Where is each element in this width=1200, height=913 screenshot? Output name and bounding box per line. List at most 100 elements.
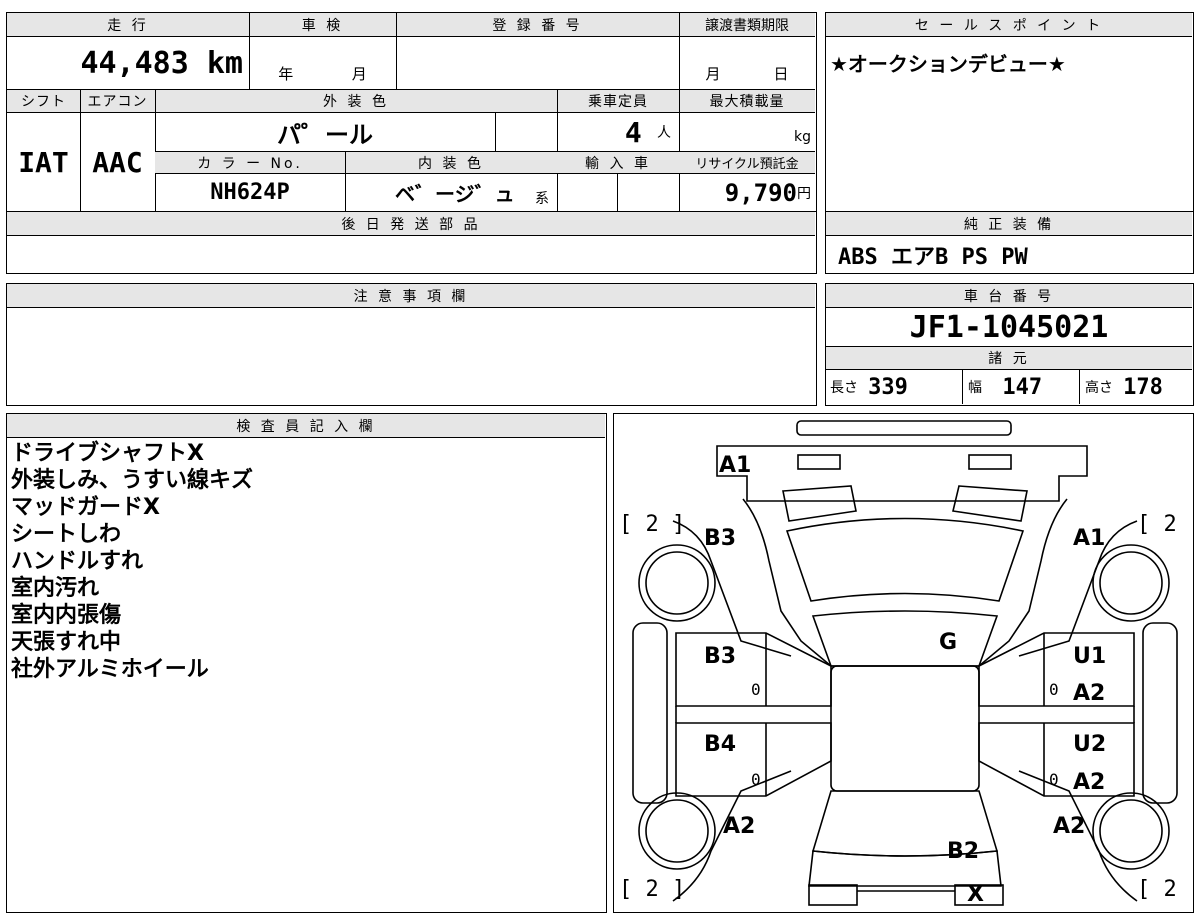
spec-length: 長さ 339 (830, 370, 960, 404)
sales-point-text: ★オークションデビュー★ (830, 51, 1066, 76)
capacity-value: 4 (624, 115, 642, 149)
exterior-color-header: 外 装 色 (155, 90, 557, 113)
standard-equipment-text: ABS エアB PS PW (838, 245, 1028, 270)
recycle-value: 9,790 (724, 178, 797, 207)
right-side-sill (1142, 622, 1178, 804)
interior-color-field: ベ゛ージ゛ュ 系 (345, 174, 557, 211)
label-rear-mark: X (967, 882, 984, 907)
tire-front-right (1092, 544, 1170, 622)
label-right-rear-door-1: U2 (1073, 732, 1106, 757)
max-load-header: 最大積載量 (679, 90, 815, 113)
tire-mark-front-right: [ 2 ] (1137, 512, 1192, 537)
interior-color-value: ベ゛ージ゛ュ (395, 182, 515, 206)
later-parts-header: 後 日 発 送 部 品 (7, 212, 815, 236)
interior-color-header: 内 装 色 (345, 152, 557, 174)
later-parts-panel: 後 日 発 送 部 品 (6, 211, 817, 274)
rear-bumper-left (808, 884, 858, 906)
label-right-front-door-1: U1 (1073, 644, 1106, 669)
spec-width: 幅 147 (968, 370, 1078, 404)
color-no-value: NH624P (210, 180, 290, 205)
front-lip-shape (796, 420, 1012, 436)
sales-point-panel: セ ー ル ス ポ イ ン ト ★オークションデビュー★ (825, 12, 1194, 213)
inspector-note-line: ハンドルすれ (11, 549, 144, 574)
transfer-month: 月 (705, 64, 721, 83)
spec-height-value: 178 (1123, 374, 1163, 400)
zero-right-front: 0 (1049, 680, 1059, 699)
inspection-year: 年 (278, 64, 294, 83)
mileage-header: 走 行 (7, 13, 249, 37)
spec-height: 高さ 178 (1085, 370, 1191, 404)
capacity-unit: 人 (657, 125, 671, 141)
body-front-outline (742, 498, 1068, 667)
capacity-header: 乗車定員 (557, 90, 679, 113)
notes-panel: 注 意 事 項 欄 (6, 283, 817, 406)
inspector-note-line: 室内内張傷 (11, 603, 122, 628)
damage-diagram-panel: A1 B3 A1 G B3 U1 A2 B4 U2 A2 A2 A2 B2 X … (613, 413, 1194, 913)
exterior-color-value: パ゜ール (277, 120, 373, 149)
spec-width-label: 幅 (968, 380, 982, 396)
label-right-front-door-2: A2 (1073, 681, 1105, 706)
tire-mark-front-left: [ 2 ] (619, 512, 685, 537)
label-front-bumper: A1 (719, 453, 751, 478)
tire-mark-rear-left: [ 2 ] (619, 877, 685, 902)
chassis-number: JF1-1045021 (909, 309, 1109, 345)
mileage-unit: km (206, 45, 243, 81)
standard-equipment-panel: 純 正 装 備 ABS エアB PS PW (825, 211, 1194, 274)
transfer-day: 日 (773, 64, 789, 83)
spec-length-value: 339 (868, 374, 908, 400)
car-diagram: A1 B3 A1 G B3 U1 A2 B4 U2 A2 A2 A2 B2 X … (619, 420, 1192, 907)
aircon-value: AAC (92, 145, 143, 179)
notes-header: 注 意 事 項 欄 (7, 284, 815, 308)
interior-color-suffix: 系 (535, 191, 549, 207)
roof-shape (830, 665, 980, 792)
shift-value: IAT (18, 145, 69, 179)
spec-length-label: 長さ (830, 380, 858, 396)
mileage-field: 44,483 km (7, 37, 249, 89)
headlight-left (782, 485, 857, 522)
inspector-note-line: 天張すれ中 (11, 630, 122, 655)
label-windshield: G (939, 630, 957, 655)
inspection-month: 月 (351, 64, 367, 83)
chassis-panel: 車 台 番 号 JF1-1045021 諸 元 長さ 339 幅 147 高さ … (825, 283, 1194, 406)
front-light-right (968, 454, 1012, 470)
label-right-rear-door-2: A2 (1073, 770, 1105, 795)
inspection-field: 年 月 (249, 57, 396, 89)
tire-front-left (638, 544, 716, 622)
inspector-header: 検 査 員 記 入 欄 (7, 414, 605, 438)
inspector-note-line: 外装しみ、うすい線キズ (11, 468, 254, 493)
recycle-field: 9,790 円 (679, 174, 815, 211)
inspection-header: 車 検 (249, 13, 396, 37)
zero-left-rear: 0 (751, 770, 761, 789)
mileage-value: 44,483 (80, 45, 189, 81)
shift-header: シフト (7, 90, 80, 113)
recycle-header: リサイクル預託金 (679, 152, 815, 174)
chassis-header: 車 台 番 号 (826, 284, 1192, 308)
label-rear: B2 (947, 839, 979, 864)
tire-rear-left (638, 792, 716, 870)
inspector-note-line: ドライブシャフトX (11, 441, 204, 466)
zero-right-rear: 0 (1049, 770, 1059, 789)
label-left-front-door: B3 (704, 644, 736, 669)
inspector-panel: 検 査 員 記 入 欄 ドライブシャフトX 外装しみ、うすい線キズ マッドガードX シ… (6, 413, 607, 913)
label-left-rear-fender: A2 (723, 814, 755, 839)
transfer-deadline-header: 譲渡書類期限 (679, 13, 815, 37)
windshield-shape (811, 610, 999, 667)
headlight-right (952, 485, 1028, 522)
max-load-unit: kg (794, 129, 811, 145)
inspector-notes-list: ドライブシャフトX 外装しみ、うすい線キズ マッドガードX シートしわ ハンドルすれ 室内… (11, 440, 601, 683)
transfer-deadline-field: 月 日 (679, 57, 815, 89)
label-right-front-fender: A1 (1073, 526, 1105, 551)
import-header: 輸 入 車 (557, 152, 679, 174)
inspector-note-line: 室内汚れ (11, 576, 100, 601)
front-bumper-shape (716, 445, 1088, 502)
hood-shape (785, 517, 1025, 602)
spec-height-label: 高さ (1085, 380, 1113, 396)
inspector-note-line: マッドガードX (11, 495, 160, 520)
label-left-rear-door: B4 (704, 732, 736, 757)
inspector-note-line: シートしわ (11, 522, 122, 547)
specs-header: 諸 元 (826, 347, 1192, 370)
vehicle-info-panel: 走 行 車 検 登 録 番 号 譲渡書類期限 44,483 km 年 月 月 日… (6, 12, 817, 213)
zero-left-front: 0 (751, 680, 761, 699)
label-right-rear-fender: A2 (1053, 814, 1085, 839)
left-side-sill (632, 622, 668, 804)
